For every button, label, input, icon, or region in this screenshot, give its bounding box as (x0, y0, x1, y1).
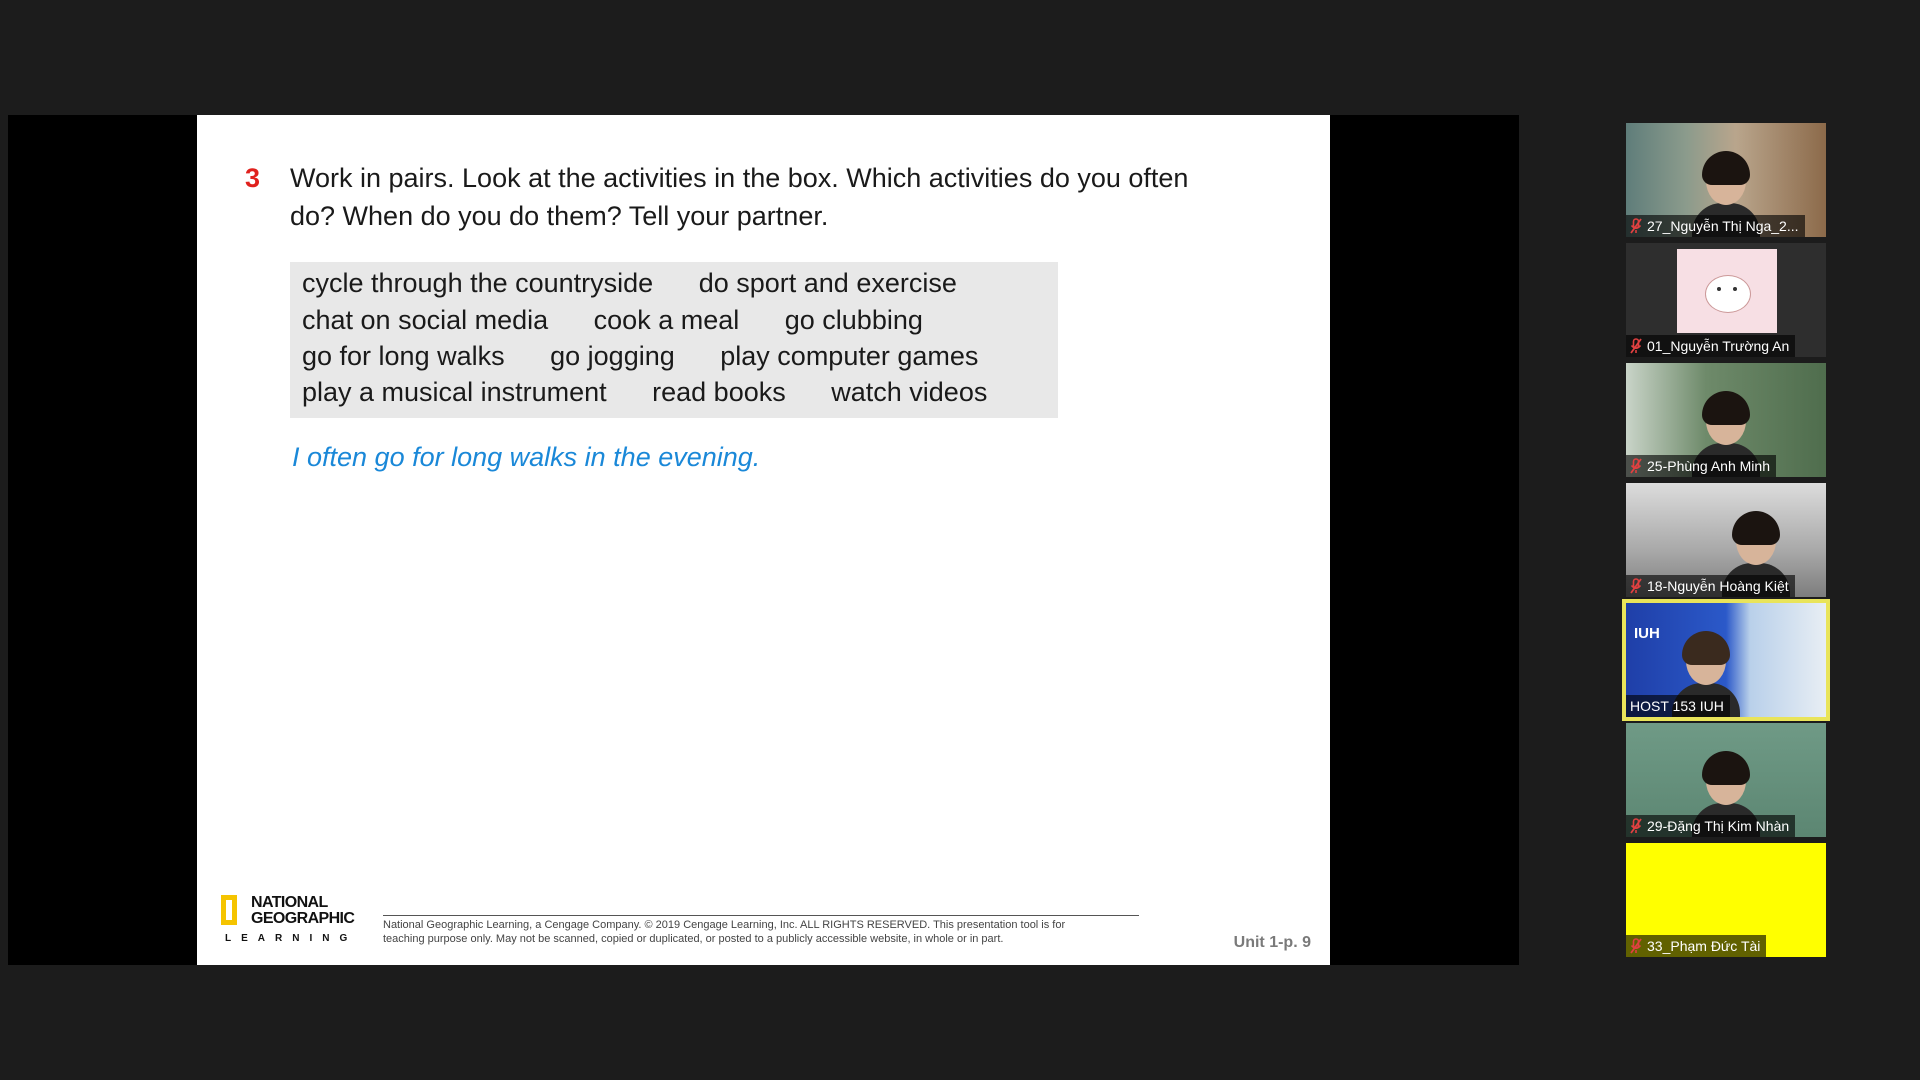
activity-item: chat on social media (302, 305, 549, 335)
logo-text-learning: LEARNING (225, 933, 358, 944)
participant-name: 29-Đặng Thị Kim Nhàn (1647, 818, 1790, 834)
activities-row: play a musical instrument read books wat… (302, 377, 1025, 408)
participant-name: 27_Nguyễn Thị Nga_2... (1647, 218, 1799, 234)
participant-name: 25-Phùng Anh Minh (1647, 458, 1770, 474)
copyright-notice: National Geographic Learning, a Cengage … (383, 918, 1143, 946)
activity-item: do sport and exercise (698, 268, 957, 298)
copyright-line-1: National Geographic Learning, a Cengage … (383, 919, 1066, 931)
participant-nameplate: 25-Phùng Anh Minh (1626, 455, 1776, 477)
microphone-muted-icon (1630, 818, 1642, 834)
microphone-muted-icon (1630, 458, 1642, 474)
microphone-muted-icon (1630, 218, 1642, 234)
logo-text-line1: NATIONAL (251, 894, 328, 911)
activities-row: chat on social media cook a meal go club… (302, 305, 961, 336)
question-instructions: Work in pairs. Look at the activities in… (290, 159, 1290, 235)
participant-tile-active-speaker[interactable]: IUH HOST 153 IUH (1622, 599, 1830, 721)
copyright-line-2: teaching purpose only. May not be scanne… (383, 933, 1004, 945)
activity-item: read books (652, 377, 786, 407)
virtual-background-text: IUH (1634, 625, 1660, 642)
participant-nameplate: 29-Đặng Thị Kim Nhàn (1626, 815, 1796, 837)
logo-text-line2: GEOGRAPHIC (251, 910, 355, 927)
microphone-muted-icon (1630, 578, 1642, 594)
example-sentence: I often go for long walks in the evening… (292, 442, 761, 472)
participant-tile[interactable]: 33_Phạm Đức Tài (1626, 843, 1826, 957)
activity-item: play computer games (720, 341, 979, 371)
activity-item: cook a meal (593, 305, 740, 335)
question-line-1: Work in pairs. Look at the activities in… (290, 163, 1189, 193)
yellow-frame-icon (221, 895, 237, 925)
question-number: 3 (245, 163, 261, 193)
microphone-muted-icon (1630, 338, 1642, 354)
presentation-slide: 3 Work in pairs. Look at the activities … (197, 115, 1330, 965)
participant-name: 33_Phạm Đức Tài (1647, 938, 1761, 954)
participant-tile[interactable]: 01_Nguyễn Trường An (1626, 243, 1826, 357)
participant-nameplate: 01_Nguyễn Trường An (1626, 335, 1796, 357)
activity-item: go clubbing (784, 305, 923, 335)
activity-item: play a musical instrument (302, 377, 607, 407)
participant-nameplate: 33_Phạm Đức Tài (1626, 935, 1767, 957)
activity-item: go jogging (550, 341, 675, 371)
participant-tile[interactable]: 29-Đặng Thị Kim Nhàn (1626, 723, 1826, 837)
participant-nameplate: HOST 153 IUH (1626, 695, 1730, 717)
participant-name: 18-Nguyễn Hoàng Kiệt (1647, 578, 1789, 594)
microphone-muted-icon (1630, 938, 1642, 954)
activity-item: watch videos (831, 377, 988, 407)
question-line-2: do? When do you do them? Tell your partn… (290, 201, 829, 231)
activity-item: go for long walks (302, 341, 505, 371)
participant-avatar-image (1677, 249, 1777, 333)
national-geographic-logo: NATIONAL GEOGRAPHIC LEARNING (221, 893, 355, 953)
participant-name: 01_Nguyễn Trường An (1647, 338, 1790, 354)
activities-box: cycle through the countryside do sport a… (290, 262, 1058, 418)
footer-rule (383, 915, 1139, 916)
activity-item: cycle through the countryside (302, 268, 654, 298)
participant-name: HOST 153 IUH (1630, 698, 1724, 714)
participant-nameplate: 18-Nguyễn Hoàng Kiệt (1626, 575, 1795, 597)
participant-tile[interactable]: 25-Phùng Anh Minh (1626, 363, 1826, 477)
participant-tile[interactable]: 18-Nguyễn Hoàng Kiệt (1626, 483, 1826, 597)
participant-nameplate: 27_Nguyễn Thị Nga_2... (1626, 215, 1805, 237)
participant-tile[interactable]: 27_Nguyễn Thị Nga_2... (1626, 123, 1826, 237)
activities-row: cycle through the countryside do sport a… (302, 268, 995, 299)
page-reference: Unit 1-p. 9 (1233, 934, 1311, 951)
activities-row: go for long walks go jogging play comput… (302, 341, 1016, 372)
